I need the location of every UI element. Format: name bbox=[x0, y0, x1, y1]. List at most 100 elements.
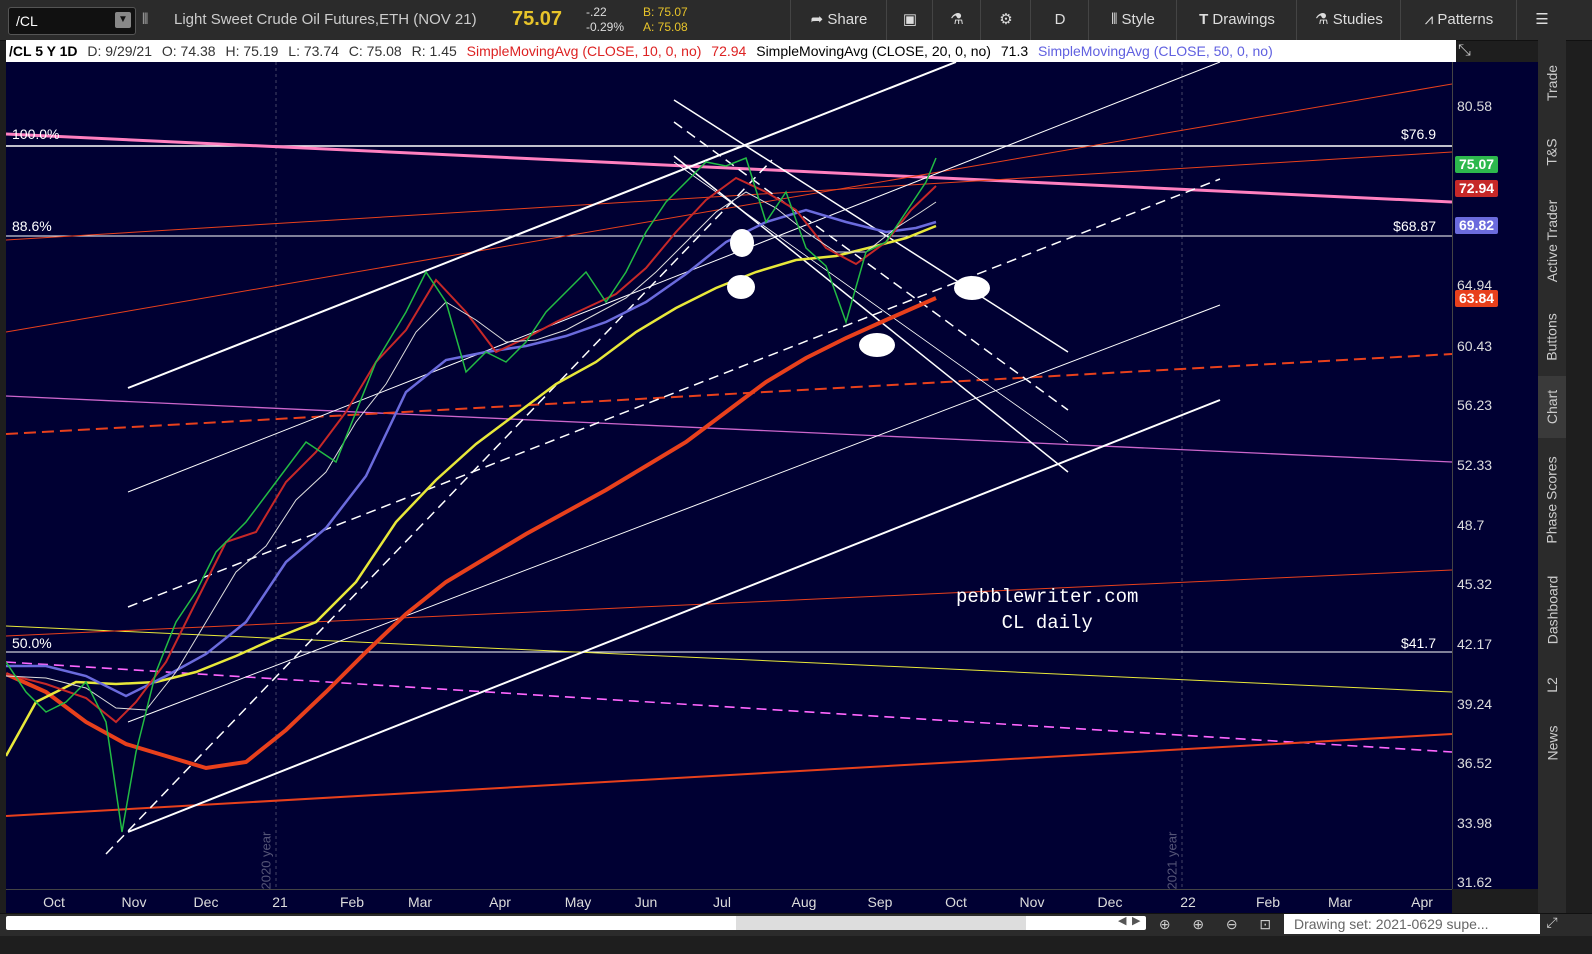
lock-icon[interactable]: ⫴ bbox=[142, 11, 148, 28]
studies-icon: ⚗ bbox=[1315, 11, 1333, 28]
crosshair-icon[interactable]: ⊕ bbox=[1159, 916, 1171, 933]
tab-ts[interactable]: T&S bbox=[1538, 122, 1566, 182]
bar-close: C: 75.08 bbox=[348, 43, 402, 59]
sma200-badge: 63.84 bbox=[1455, 290, 1499, 307]
tab-l2[interactable]: L2 bbox=[1538, 664, 1566, 706]
white-downtrend-dashed[interactable] bbox=[673, 121, 1069, 411]
marker-oval-3[interactable] bbox=[954, 276, 990, 300]
x-tick: Dec bbox=[1097, 894, 1123, 910]
x-tick: Apr bbox=[489, 894, 511, 910]
scroll-left-icon[interactable]: ◀ bbox=[1118, 914, 1126, 927]
time-axis[interactable]: Oct Nov Dec 21 Feb Mar Apr May Jun Jul A… bbox=[6, 889, 1452, 914]
x-tick: Aug bbox=[791, 894, 817, 910]
right-sidebar: Trade T&S Active Trader Buttons Chart Ph… bbox=[1538, 40, 1566, 913]
y-tick: 31.62 bbox=[1457, 874, 1493, 890]
tab-chart[interactable]: Chart bbox=[1538, 376, 1566, 438]
orange-channel-top[interactable] bbox=[6, 83, 1452, 333]
fib-100-pct-label: 100.0% bbox=[12, 126, 60, 142]
instrument-description: Light Sweet Crude Oil Futures,ETH (NOV 2… bbox=[174, 11, 477, 28]
white-channel-thin-1[interactable] bbox=[127, 62, 1221, 493]
symbol-selector[interactable]: /CL ▼ bbox=[8, 7, 136, 35]
menu-button[interactable]: ☰ bbox=[1516, 0, 1567, 40]
drawing-set-selector[interactable]: Drawing set: 2021-0629 supe... bbox=[1284, 914, 1540, 934]
net-change-pct: -0.29% bbox=[586, 20, 625, 34]
y-tick: 42.17 bbox=[1457, 636, 1493, 652]
tab-phase-scores[interactable]: Phase Scores bbox=[1538, 444, 1566, 556]
bar-open: O: 74.38 bbox=[161, 43, 216, 59]
scroll-right-icon[interactable]: ▶ bbox=[1132, 914, 1140, 927]
tab-ts-label: T&S bbox=[1543, 138, 1560, 166]
tab-phase-scores-label: Phase Scores bbox=[1544, 456, 1561, 544]
magenta-trendline[interactable] bbox=[6, 395, 1452, 463]
y-tick: 60.43 bbox=[1457, 338, 1493, 354]
zoom-out-icon[interactable]: ⊖ bbox=[1226, 916, 1238, 933]
sma10-label[interactable]: SimpleMovingAvg (CLOSE, 10, 0, no) bbox=[467, 43, 702, 59]
study-info-bar: /CL 5 Y 1D D: 9/29/21 O: 74.38 H: 75.19 … bbox=[6, 40, 1456, 62]
marker-oval-2[interactable] bbox=[727, 275, 755, 299]
tab-news[interactable]: News bbox=[1538, 712, 1566, 774]
horizontal-scrollbar[interactable]: ◀ ▶ bbox=[6, 914, 1146, 930]
white-channel-thin-2[interactable] bbox=[127, 304, 1221, 723]
price-chart[interactable]: 100.0% $76.9 88.6% $68.87 50.0% $41.7 20… bbox=[6, 62, 1452, 890]
drawings-button[interactable]: T Drawings bbox=[1176, 0, 1297, 40]
marker-oval-1[interactable] bbox=[730, 229, 754, 257]
symbol-input[interactable]: /CL bbox=[16, 13, 38, 29]
white-downtrend-thin[interactable] bbox=[673, 161, 1069, 443]
yellow-trendline[interactable] bbox=[6, 625, 1452, 693]
share-icon: ➦ bbox=[810, 11, 828, 28]
magenta-dashed-line[interactable] bbox=[6, 661, 1452, 753]
drawings-icon: T bbox=[1199, 11, 1213, 28]
flask-button[interactable]: ⚗ bbox=[932, 0, 981, 40]
last-price-badge: 75.07 bbox=[1455, 156, 1499, 173]
orange-dashed-line[interactable] bbox=[6, 353, 1452, 435]
watermark-caption: CL daily bbox=[1001, 612, 1093, 634]
layout-button[interactable]: ▣ bbox=[886, 0, 933, 40]
collapse-icon[interactable]: ⤡ bbox=[1458, 42, 1471, 60]
sma10-badge: 72.94 bbox=[1455, 180, 1499, 197]
aggregation-button[interactable]: D bbox=[1030, 0, 1089, 40]
drawings-label: Drawings bbox=[1212, 11, 1275, 28]
tab-l2-label: L2 bbox=[1543, 677, 1560, 693]
tab-active-trader-label: Active Trader bbox=[1544, 199, 1561, 283]
patterns-label: Patterns bbox=[1437, 11, 1494, 28]
orange-trendline-mid[interactable] bbox=[6, 569, 1452, 637]
watermark-site: pebblewriter.com bbox=[956, 586, 1139, 608]
y-tick: 45.32 bbox=[1457, 576, 1493, 592]
gear-icon: ⚙ bbox=[999, 11, 1013, 28]
orange-trendline-lower[interactable] bbox=[6, 733, 1452, 817]
bid-price: B: 75.07 bbox=[643, 5, 688, 19]
sma200-line[interactable] bbox=[6, 296, 937, 771]
tab-active-trader[interactable]: Active Trader bbox=[1538, 186, 1566, 296]
share-button[interactable]: ➦ Share bbox=[790, 0, 887, 40]
expand-icon[interactable]: ⤢ bbox=[1538, 914, 1566, 934]
tab-buttons[interactable]: Buttons bbox=[1538, 302, 1566, 372]
sma50-line[interactable] bbox=[6, 208, 937, 698]
zoom-fit-icon[interactable]: ⊡ bbox=[1259, 916, 1271, 933]
x-tick: Oct bbox=[43, 894, 65, 910]
patterns-button[interactable]: ⩘ Patterns bbox=[1400, 0, 1517, 40]
x-tick: Jun bbox=[634, 894, 658, 910]
chevron-down-icon[interactable]: ▼ bbox=[115, 12, 131, 28]
watermark: pebblewriter.com CL daily bbox=[956, 584, 1138, 636]
x-tick: Oct bbox=[945, 894, 967, 910]
price-axis[interactable]: 80.58 64.94 60.43 56.23 52.33 48.7 45.32… bbox=[1452, 62, 1539, 890]
x-tick: Apr bbox=[1411, 894, 1433, 910]
sma50-label[interactable]: SimpleMovingAvg (CLOSE, 50, 0, no) bbox=[1038, 43, 1273, 59]
white-dashed-channel[interactable] bbox=[127, 178, 1221, 608]
year-label-2021: 2021 year bbox=[1164, 831, 1180, 890]
y-tick: 52.33 bbox=[1457, 457, 1493, 473]
marker-oval-4[interactable] bbox=[859, 333, 895, 357]
zoom-in-icon[interactable]: ⊕ bbox=[1192, 916, 1204, 933]
tab-dashboard[interactable]: Dashboard bbox=[1538, 562, 1566, 658]
tab-trade[interactable]: Trade bbox=[1538, 48, 1566, 118]
sma100-line[interactable] bbox=[6, 224, 937, 757]
settings-button[interactable]: ⚙ bbox=[980, 0, 1031, 40]
pink-resistance-line[interactable] bbox=[6, 132, 1452, 204]
studies-button[interactable]: ⚗ Studies bbox=[1296, 0, 1401, 40]
x-tick: Nov bbox=[1019, 894, 1045, 910]
style-button[interactable]: ⫴ Style bbox=[1088, 0, 1177, 40]
white-dashed-steep[interactable] bbox=[105, 159, 773, 855]
scrollbar-thumb[interactable] bbox=[736, 916, 1026, 930]
sma20-label[interactable]: SimpleMovingAvg (CLOSE, 20, 0, no) bbox=[756, 43, 991, 59]
zoom-controls: ⊕ ⊕ ⊖ ⊡ bbox=[1148, 913, 1282, 935]
